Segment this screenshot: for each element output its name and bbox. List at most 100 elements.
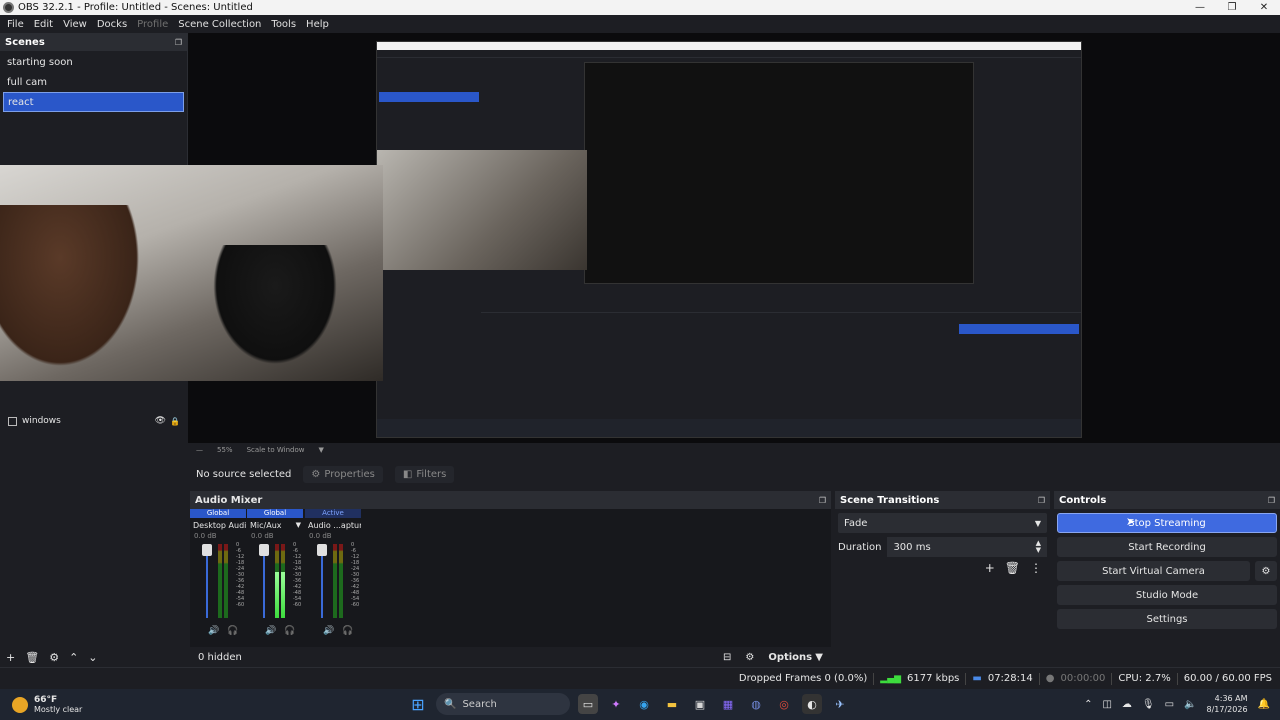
undock-icon[interactable]: ❐ (1268, 496, 1275, 505)
menu-view[interactable]: View (58, 19, 92, 30)
menu-file[interactable]: File (2, 19, 29, 30)
trash-icon[interactable]: 🗑 (25, 651, 39, 664)
weather-temp: 66°F (34, 694, 58, 705)
headphone-monitor-icon[interactable]: 🎧 (227, 626, 238, 636)
network-icon[interactable]: ▭ (1165, 699, 1174, 710)
menu-profile[interactable]: Profile (132, 19, 173, 30)
chevron-down-icon[interactable]: ▼ (318, 446, 323, 454)
chrome-icon[interactable]: ◎ (774, 694, 794, 714)
microphone-icon[interactable]: 🎙 (1142, 699, 1155, 710)
headphone-monitor-icon[interactable]: 🎧 (342, 626, 353, 636)
volume-meter[interactable]: 0 -6 -12 -18 -24 -30 -36 -42 -48 -54 -60 (317, 542, 361, 622)
start-virtual-camera-button[interactable]: Start Virtual Camera (1057, 561, 1250, 581)
scene-item-full-cam[interactable]: full cam (3, 72, 184, 92)
hidden-count: 0 hidden (198, 651, 242, 663)
tray-app-icon[interactable]: ◫ (1102, 699, 1111, 710)
channel-name[interactable]: Audio ...apture▼ (305, 518, 361, 532)
signal-strength-icon: ▂▄▆ (880, 673, 902, 684)
transition-select[interactable]: Fade ▼ (838, 513, 1047, 533)
speaker-icon[interactable]: 🔊 (265, 626, 276, 636)
studio-mode-button[interactable]: Studio Mode (1057, 585, 1277, 605)
source-checkbox[interactable] (8, 416, 17, 426)
filters-button[interactable]: ◧ Filters (394, 465, 455, 483)
layout-toggle-icon[interactable]: ⊟ (723, 652, 731, 663)
maximize-icon[interactable]: ❐ (1216, 2, 1248, 13)
copilot-icon[interactable]: ✦ (606, 694, 626, 714)
task-view-icon[interactable]: ▭ (578, 694, 598, 714)
scale-mode-select[interactable]: Scale to Window (247, 446, 305, 454)
options-button[interactable]: Options ▼ (768, 652, 823, 663)
undock-icon[interactable]: ❐ (819, 496, 826, 505)
move-up-icon[interactable]: ⌃ (69, 651, 78, 664)
channel-volume-db: 0.0 dB (194, 532, 217, 540)
audio-mixer-dock: Audio Mixer ❐ Global Desktop Audio▼ 0.0 … (190, 491, 831, 667)
minimize-icon[interactable]: — (1184, 2, 1216, 13)
close-icon[interactable]: ✕ (1248, 2, 1280, 13)
more-options-icon[interactable]: ⋮ (1030, 561, 1042, 575)
move-down-icon[interactable]: ⌄ (88, 651, 97, 664)
cloud-icon[interactable]: ☁ (1122, 699, 1132, 710)
start-recording-button[interactable]: Start Recording (1057, 537, 1277, 557)
taskbar-search[interactable]: 🔍 Search (436, 693, 570, 715)
settings-button[interactable]: Settings (1057, 609, 1277, 629)
undock-icon[interactable]: ❐ (175, 38, 182, 47)
bitrate: 6177 kbps (907, 673, 960, 684)
stop-streaming-button[interactable]: Stop Streaming (1057, 513, 1277, 533)
menu-docks[interactable]: Docks (92, 19, 132, 30)
menu-help[interactable]: Help (301, 19, 334, 30)
edge-browser-icon[interactable]: ◉ (634, 694, 654, 714)
dropped-frames: Dropped Frames 0 (0.0%) (738, 673, 868, 684)
speaker-icon[interactable]: 🔊 (323, 626, 334, 636)
menu-edit[interactable]: Edit (29, 19, 58, 30)
advanced-audio-icon[interactable]: ⚙ (745, 652, 754, 663)
eye-icon[interactable]: 👁 (155, 416, 166, 426)
speaker-icon[interactable]: 🔊 (208, 626, 219, 636)
scene-item-starting-soon[interactable]: starting soon (3, 52, 184, 72)
add-icon[interactable]: + (6, 651, 15, 664)
obs-taskbar-icon[interactable]: ◐ (802, 694, 822, 714)
windows-start-icon[interactable]: ⊞ (408, 694, 428, 714)
volume-meter[interactable]: 0 -6 -12 -18 -24 -30 -36 -42 -48 -54 -60 (259, 542, 303, 622)
channel-badge: Global (190, 509, 246, 518)
gear-icon[interactable]: ⚙ (49, 651, 59, 664)
audio-mixer-footer: 0 hidden ⊟ ⚙ Options ▼ (190, 647, 831, 667)
sources-dock (0, 429, 188, 667)
headphone-monitor-icon[interactable]: 🎧 (284, 626, 295, 636)
volume-slider-knob[interactable] (259, 544, 269, 556)
volume-meter[interactable]: 0 -6 -12 -18 -24 -30 -36 -42 -48 -54 -60 (202, 542, 246, 622)
file-explorer-icon[interactable]: ▬ (662, 694, 682, 714)
chevron-up-icon[interactable]: ⌃ (1084, 699, 1092, 710)
duration-input[interactable]: 300 ms ▲ ▼ (887, 537, 1047, 557)
undock-icon[interactable]: ❐ (1038, 496, 1045, 505)
taskbar-clock[interactable]: 4:36 AM 8/17/2026 (1207, 693, 1248, 715)
menu-tools[interactable]: Tools (266, 19, 301, 30)
webcam-feed (0, 165, 383, 381)
chevron-down-icon[interactable]: ▼ (296, 521, 303, 529)
discord-icon[interactable]: ◍ (746, 694, 766, 714)
zoom-out-icon[interactable]: — (196, 446, 203, 454)
scene-transitions-title: Scene Transitions ❐ (835, 491, 1050, 509)
apps-grid-icon[interactable]: ▦ (718, 694, 738, 714)
steam-icon[interactable]: ✈ (830, 694, 850, 714)
lock-icon[interactable]: 🔒 (170, 417, 180, 426)
virtual-camera-settings-button[interactable]: ⚙ (1255, 561, 1277, 581)
volume-slider-knob[interactable] (202, 544, 212, 556)
properties-button[interactable]: ⚙ Properties (303, 465, 383, 483)
channel-badge: Global (247, 509, 303, 518)
volume-icon[interactable]: 🔈 (1184, 699, 1196, 710)
notifications-icon[interactable]: 🔔 (1258, 699, 1270, 710)
menu-scene-collection[interactable]: Scene Collection (173, 19, 266, 30)
preview-zoom-bar: — 55% Scale to Window ▼ (188, 443, 1280, 457)
mixer-channel-mic-aux: Global Mic/Aux ▼ 0.0 dB 0 -6 -12 -18 -24 -30 -3… (247, 509, 303, 641)
add-icon[interactable]: + (985, 561, 995, 575)
menu-bar: File Edit View Docks Profile Scene Colle… (0, 15, 1280, 33)
trash-icon[interactable]: 🗑 (1005, 561, 1020, 575)
volume-slider-knob[interactable] (317, 544, 327, 556)
store-icon[interactable]: ▣ (690, 694, 710, 714)
channel-name[interactable]: Mic/Aux ▼ (247, 518, 303, 532)
spinner-icon[interactable]: ▲ ▼ (1036, 540, 1041, 554)
scene-item-react[interactable]: react (3, 92, 184, 112)
weather-widget[interactable]: 66°F Mostly clear (0, 695, 200, 715)
source-item-windows[interactable]: windows 👁 🔒 (0, 413, 188, 429)
channel-name[interactable]: Desktop Audio▼ (190, 518, 246, 532)
